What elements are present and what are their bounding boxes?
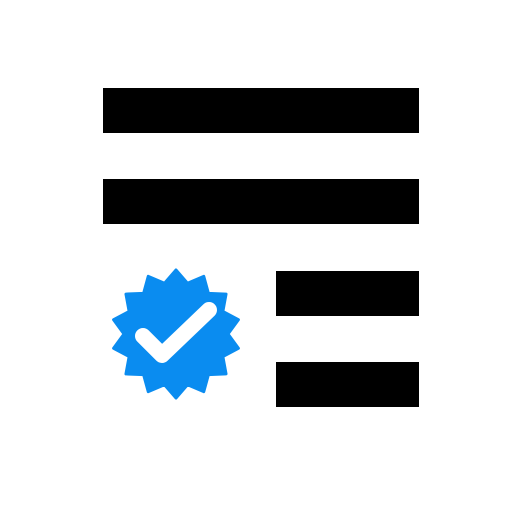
list-line-3 bbox=[276, 271, 419, 316]
list-line-2 bbox=[103, 179, 419, 224]
list-line-4 bbox=[276, 362, 419, 407]
verified-list-icon bbox=[0, 0, 512, 512]
verified-badge-icon bbox=[110, 268, 242, 400]
list-line-1 bbox=[103, 88, 419, 133]
